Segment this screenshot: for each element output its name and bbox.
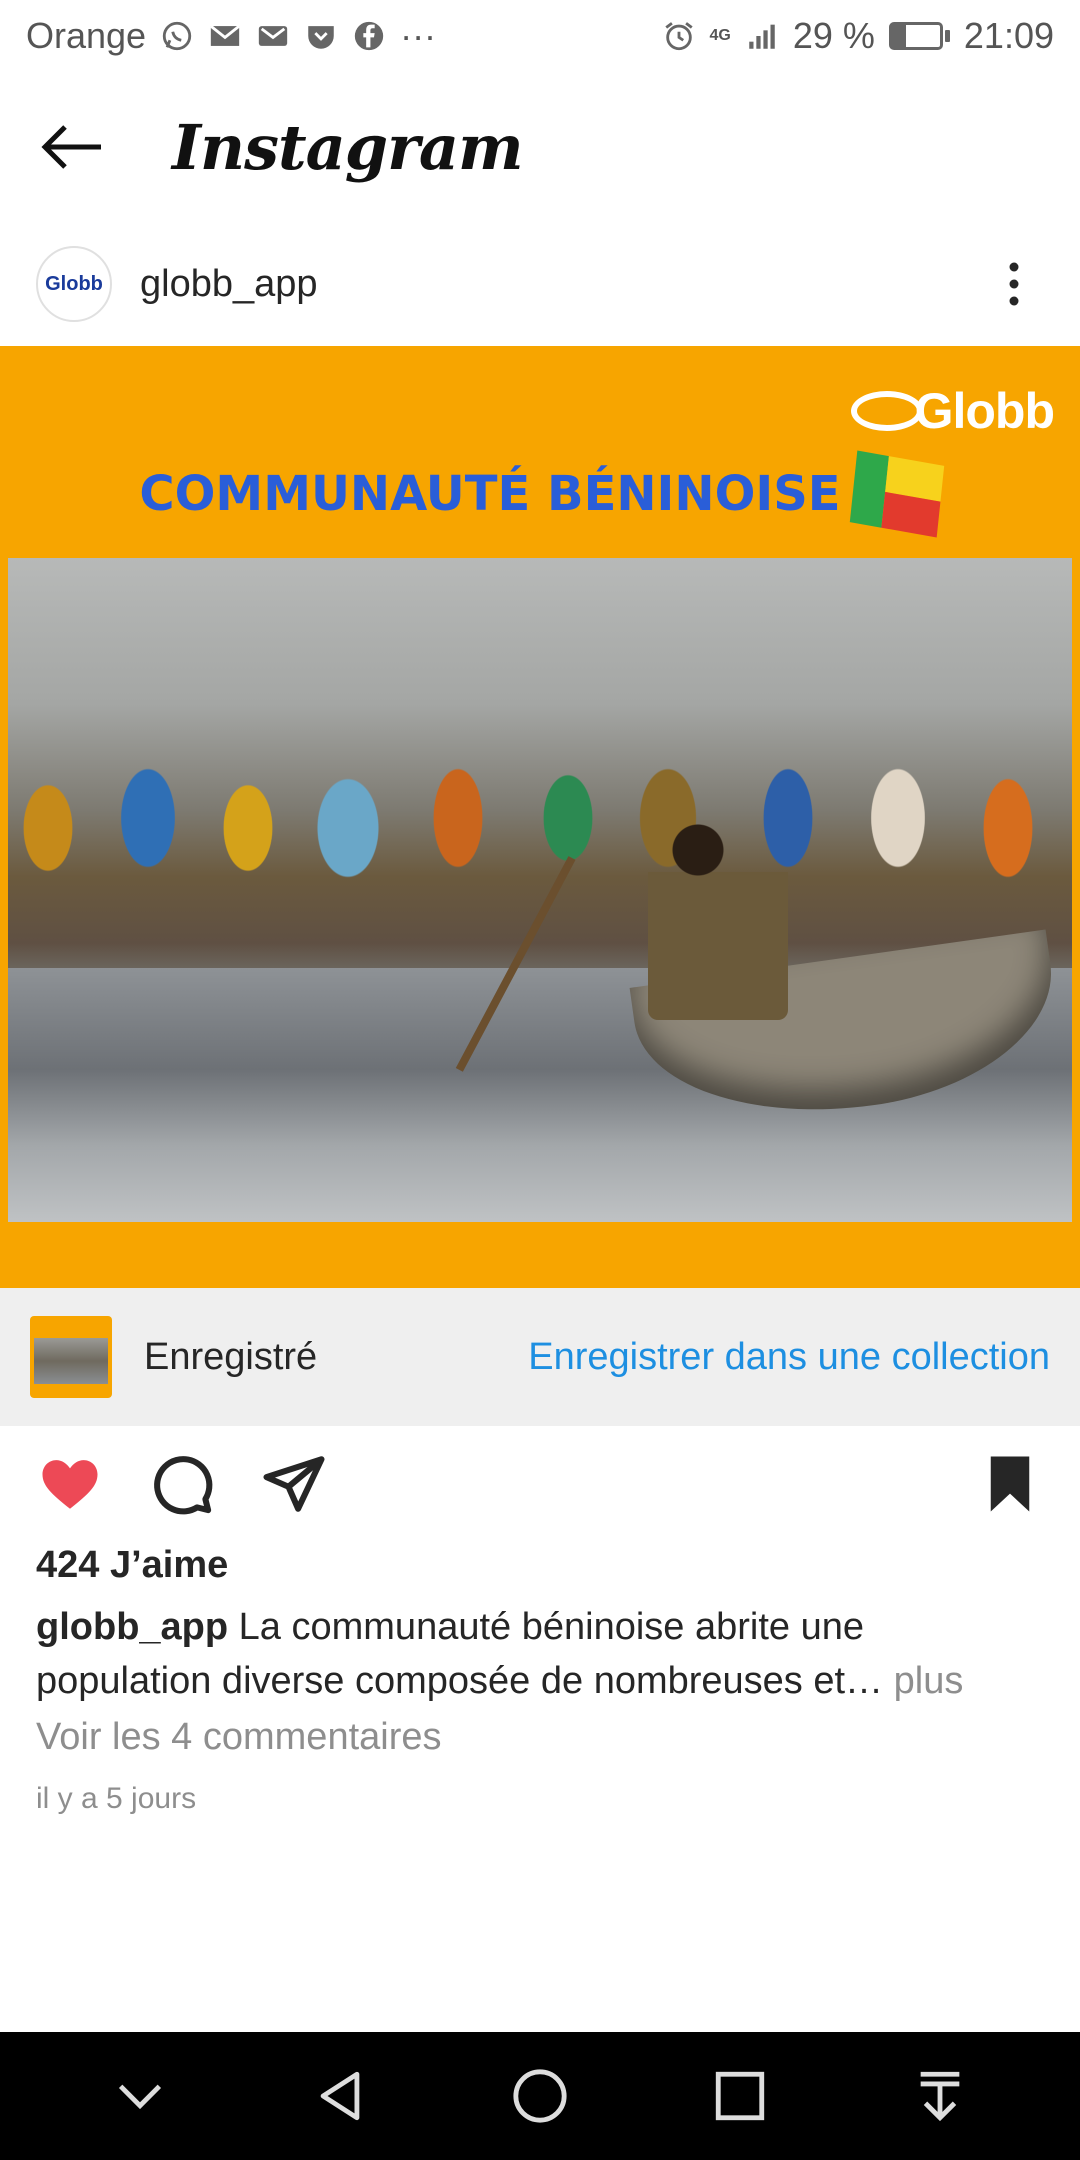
nav-hide-button[interactable] xyxy=(95,2051,185,2141)
pocket-icon xyxy=(304,19,338,53)
facebook-icon xyxy=(352,19,386,53)
post-actions xyxy=(0,1426,1080,1542)
whatsapp-icon xyxy=(160,19,194,53)
notifications-pull-icon xyxy=(920,2071,960,2122)
save-to-collection-link[interactable]: Enregistrer dans une collection xyxy=(528,1336,1050,1379)
nav-notifications-button[interactable] xyxy=(895,2051,985,2141)
nav-recents-button[interactable] xyxy=(695,2051,785,2141)
post-timestamp: il y a 5 jours xyxy=(36,1782,197,1815)
status-bar-left: Orange ··· xyxy=(26,15,436,57)
status-bar-right: 4G 29 % 21:09 xyxy=(662,15,1054,57)
post-username[interactable]: globb_app xyxy=(140,263,984,306)
recents-square-icon xyxy=(715,2071,765,2121)
app-bar: Instagram xyxy=(0,72,1080,222)
vertical-dots-icon xyxy=(1009,262,1019,306)
comment-button[interactable] xyxy=(142,1444,222,1524)
nav-back-button[interactable] xyxy=(295,2051,385,2141)
app-title-logo: Instagram xyxy=(172,110,524,184)
comment-bubble-icon xyxy=(154,1456,213,1515)
heart-filled-icon xyxy=(42,1460,98,1509)
caption-more-link[interactable]: plus xyxy=(883,1660,964,1702)
avatar[interactable]: Globb xyxy=(36,246,112,322)
paddler xyxy=(648,820,788,1020)
alarm-icon xyxy=(662,19,696,53)
chevron-down-icon xyxy=(118,2084,162,2110)
saved-label: Enregistré xyxy=(144,1335,318,1378)
bookmark-filled-icon xyxy=(990,1456,1030,1512)
carrier-name: Orange xyxy=(26,15,147,56)
post-headline: COMMUNAUTÉ BÉNINOISE xyxy=(0,450,1080,538)
battery-icon xyxy=(888,22,950,50)
post-header: Globb globb_app xyxy=(0,222,1080,346)
back-arrow-icon xyxy=(41,125,101,169)
mail-icon xyxy=(208,19,242,53)
bookmark-button[interactable] xyxy=(970,1444,1050,1524)
network-type: 4G xyxy=(709,27,731,44)
more-notifications-indicator: ··· xyxy=(400,15,437,56)
post-photo xyxy=(8,558,1072,1222)
back-button[interactable] xyxy=(22,97,122,197)
more-options-button[interactable] xyxy=(984,244,1044,324)
likes-count[interactable]: 424 J’aime xyxy=(36,1544,228,1587)
benin-flag-icon xyxy=(849,450,944,538)
post-image[interactable]: Globb COMMUNAUTÉ BÉNINOISE xyxy=(0,346,1080,1288)
saved-bar: Enregistré Enregistrer dans une collecti… xyxy=(0,1288,1080,1426)
home-circle-icon xyxy=(513,2069,567,2123)
back-triangle-icon xyxy=(320,2071,360,2121)
like-button[interactable] xyxy=(30,1444,110,1524)
brand-logo: Globb xyxy=(850,382,1055,440)
system-navigation-bar xyxy=(0,2032,1080,2160)
headline-text: COMMUNAUTÉ BÉNINOISE xyxy=(139,466,841,522)
gmail-icon xyxy=(256,19,290,53)
caption-username[interactable]: globb_app xyxy=(36,1606,228,1648)
view-comments-link[interactable]: Voir les 4 commentaires xyxy=(36,1716,442,1759)
nav-home-button[interactable] xyxy=(495,2051,585,2141)
share-button[interactable] xyxy=(254,1444,334,1524)
clock: 21:09 xyxy=(963,15,1054,56)
battery-percent: 29 % xyxy=(792,15,875,56)
saved-thumbnail xyxy=(30,1316,112,1398)
signal-icon xyxy=(745,19,779,53)
brand-ring-icon xyxy=(850,391,923,431)
send-plane-icon xyxy=(263,1456,325,1512)
status-bar: Orange ··· 4G 29 % 21:09 xyxy=(0,0,1080,72)
avatar-logo-text: Globb xyxy=(45,272,103,295)
market-crowd xyxy=(8,678,1072,938)
post-caption[interactable]: globb_app La communauté béninoise abrite… xyxy=(36,1600,1046,1708)
brand-logo-text: Globb xyxy=(914,383,1055,439)
